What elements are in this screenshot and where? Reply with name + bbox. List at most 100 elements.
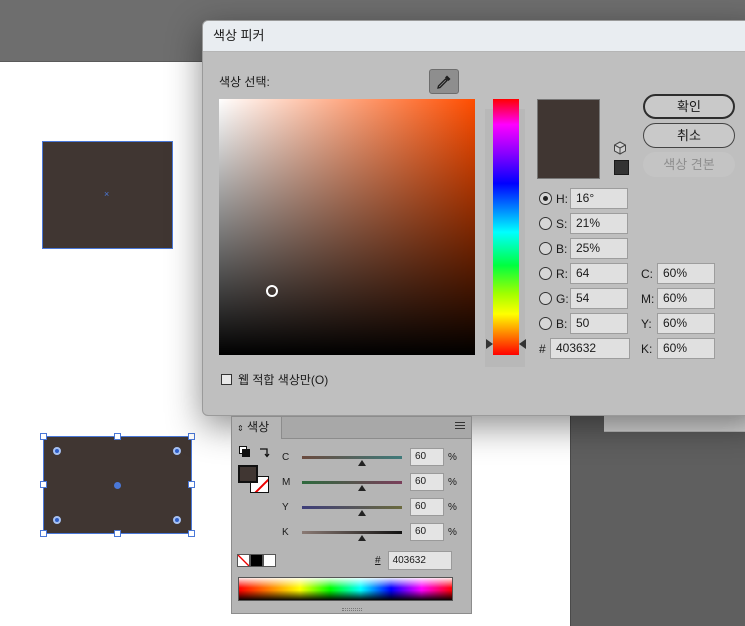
panel-resize-grip[interactable]: [342, 608, 362, 611]
resize-handle-top-left[interactable]: [40, 433, 47, 440]
black-slider-thumb[interactable]: [358, 534, 366, 541]
magenta-slider-thumb[interactable]: [358, 484, 366, 491]
color-panel-tab[interactable]: ⇕ 색상: [232, 417, 282, 439]
hue-radio[interactable]: [539, 192, 552, 205]
resize-handle-bottom-left[interactable]: [40, 530, 47, 537]
resize-handle-top-right[interactable]: [188, 433, 195, 440]
color-field-cursor[interactable]: [266, 285, 278, 297]
hue-input[interactable]: 16°: [570, 188, 628, 209]
eyedropper-button[interactable]: [429, 69, 459, 94]
yellow-slider-thumb[interactable]: [358, 509, 366, 516]
magenta-input[interactable]: 60%: [657, 288, 715, 309]
corner-widget-icon[interactable]: [53, 516, 61, 524]
red-label: R:: [556, 266, 568, 281]
black-slider[interactable]: [302, 530, 402, 541]
cyan-slider-label: C: [282, 451, 290, 463]
blue-label: B:: [556, 316, 568, 331]
cyan-slider-value[interactable]: 60: [410, 448, 444, 466]
magenta-slider-row: M 60 %: [282, 472, 457, 492]
corner-widget-icon[interactable]: [173, 516, 181, 524]
ok-button[interactable]: 확인: [643, 94, 735, 119]
green-input[interactable]: 54: [570, 288, 628, 309]
default-fill-stroke-icon[interactable]: [239, 446, 251, 458]
yellow-field-row: Y: 60%: [641, 313, 715, 334]
fill-swatch[interactable]: [238, 465, 258, 483]
panel-hex-input[interactable]: 403632: [387, 551, 452, 570]
saturation-brightness-field[interactable]: [219, 99, 475, 355]
brightness-radio[interactable]: [539, 242, 552, 255]
cyan-slider-row: C 60 %: [282, 447, 457, 467]
rectangle-shape-top[interactable]: ×: [42, 141, 173, 249]
color-panel: ⇕ 색상 C 60 % M 60 % Y 60 % K 60 % # 40363…: [231, 416, 472, 614]
panel-menu-icon[interactable]: [455, 422, 465, 431]
magenta-slider-label: M: [282, 476, 291, 488]
magenta-label: M:: [641, 291, 655, 306]
cyan-label: C:: [641, 266, 653, 281]
yellow-input[interactable]: 60%: [657, 313, 715, 334]
web-only-option[interactable]: 웹 적합 색상만(O): [221, 371, 328, 388]
fill-stroke-control[interactable]: [236, 445, 276, 497]
out-of-gamut-cube-icon[interactable]: [613, 141, 627, 155]
hex-label: #: [539, 341, 546, 356]
swap-fill-stroke-icon[interactable]: [258, 446, 270, 458]
saturation-input[interactable]: 21%: [570, 213, 628, 234]
corner-widget-icon[interactable]: [53, 447, 61, 455]
panel-collapse-icon[interactable]: ⇕: [237, 424, 244, 433]
black-slider-row: K 60 %: [282, 522, 457, 542]
yellow-slider-label: Y: [282, 501, 289, 513]
hue-slider[interactable]: [493, 99, 519, 355]
cyan-slider[interactable]: [302, 455, 402, 466]
green-field-row: G: 54: [539, 288, 628, 309]
hue-field-row: H: 16°: [539, 188, 628, 209]
yellow-slider-value[interactable]: 60: [410, 498, 444, 516]
color-panel-tab-label: 색상: [247, 420, 270, 434]
blue-radio[interactable]: [539, 317, 552, 330]
green-label: G:: [556, 291, 569, 306]
resize-handle-right[interactable]: [188, 481, 195, 488]
cancel-button[interactable]: 취소: [643, 123, 735, 148]
cyan-field-row: C: 60%: [641, 263, 715, 284]
black-slider-value[interactable]: 60: [410, 523, 444, 541]
hue-slider-left-arrow-icon[interactable]: [486, 339, 493, 349]
yellow-slider-row: Y 60 %: [282, 497, 457, 517]
hue-label: H:: [556, 191, 568, 206]
yellow-slider[interactable]: [302, 505, 402, 516]
cyan-input[interactable]: 60%: [657, 263, 715, 284]
red-field-row: R: 64: [539, 263, 628, 284]
black-swatch[interactable]: [250, 554, 263, 567]
resize-handle-top[interactable]: [114, 433, 121, 440]
white-swatch[interactable]: [263, 554, 276, 567]
panel-hex-label: #: [375, 555, 381, 566]
web-safe-swatch[interactable]: [614, 160, 629, 175]
black-input[interactable]: 60%: [657, 338, 715, 359]
web-only-checkbox[interactable]: [221, 374, 232, 385]
resize-handle-left[interactable]: [40, 481, 47, 488]
select-color-label: 색상 선택:: [219, 75, 270, 89]
hex-field-row: # 403632: [539, 338, 630, 359]
resize-handle-bottom-right[interactable]: [188, 530, 195, 537]
quick-swatches: [237, 554, 276, 567]
cyan-slider-thumb[interactable]: [358, 459, 366, 466]
magenta-slider[interactable]: [302, 480, 402, 491]
red-input[interactable]: 64: [570, 263, 628, 284]
green-radio[interactable]: [539, 292, 552, 305]
hue-slider-right-arrow-icon[interactable]: [519, 339, 526, 349]
magenta-slider-value[interactable]: 60: [410, 473, 444, 491]
dialog-title: 색상 피커: [203, 21, 745, 52]
rectangle-shape-selected[interactable]: [40, 433, 195, 537]
red-radio[interactable]: [539, 267, 552, 280]
none-swatch[interactable]: [237, 554, 250, 567]
yellow-label: Y:: [641, 316, 652, 331]
yellow-slider-unit: %: [448, 501, 457, 513]
color-spectrum-ramp[interactable]: [238, 577, 453, 601]
resize-handle-bottom[interactable]: [114, 530, 121, 537]
color-panel-header: ⇕ 색상: [232, 417, 471, 439]
hex-input[interactable]: 403632: [550, 338, 630, 359]
eyedropper-icon: [437, 75, 451, 89]
saturation-radio[interactable]: [539, 217, 552, 230]
web-only-label: 웹 적합 색상만(O): [238, 373, 329, 387]
corner-widget-icon[interactable]: [173, 447, 181, 455]
brightness-input[interactable]: 25%: [570, 238, 628, 259]
blue-input[interactable]: 50: [570, 313, 628, 334]
black-label: K:: [641, 341, 653, 356]
